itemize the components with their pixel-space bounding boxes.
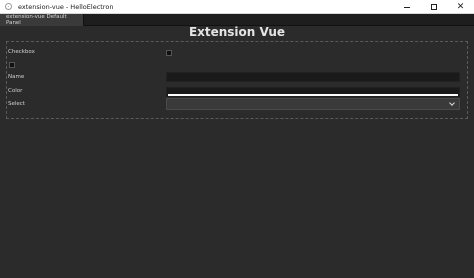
checkbox-label: Checkbox <box>8 49 35 55</box>
minimize-button[interactable] <box>393 0 420 14</box>
color-label: Color <box>8 88 23 94</box>
name-input[interactable] <box>166 72 460 82</box>
select-dropdown[interactable] <box>166 98 460 110</box>
close-button[interactable]: ✕ <box>447 0 474 14</box>
window-controls: ✕ <box>393 0 474 14</box>
chevron-down-icon <box>449 100 455 106</box>
maximize-button[interactable] <box>420 0 447 14</box>
checkbox-input[interactable] <box>166 50 172 56</box>
standalone-checkbox[interactable] <box>9 62 15 68</box>
close-icon: ✕ <box>456 1 465 12</box>
minimize-icon <box>403 6 410 8</box>
window-title: extension-vue - HelloElectron <box>18 2 114 11</box>
name-label: Name <box>8 74 25 80</box>
select-label: Select <box>8 101 25 107</box>
maximize-icon <box>430 4 437 10</box>
color-picker[interactable] <box>166 87 460 97</box>
window-titlebar[interactable]: extension-vue - HelloElectron ✕ <box>0 0 474 14</box>
panel-title: Extension Vue <box>188 25 286 39</box>
color-swatch <box>168 94 458 96</box>
app-icon <box>5 3 12 10</box>
